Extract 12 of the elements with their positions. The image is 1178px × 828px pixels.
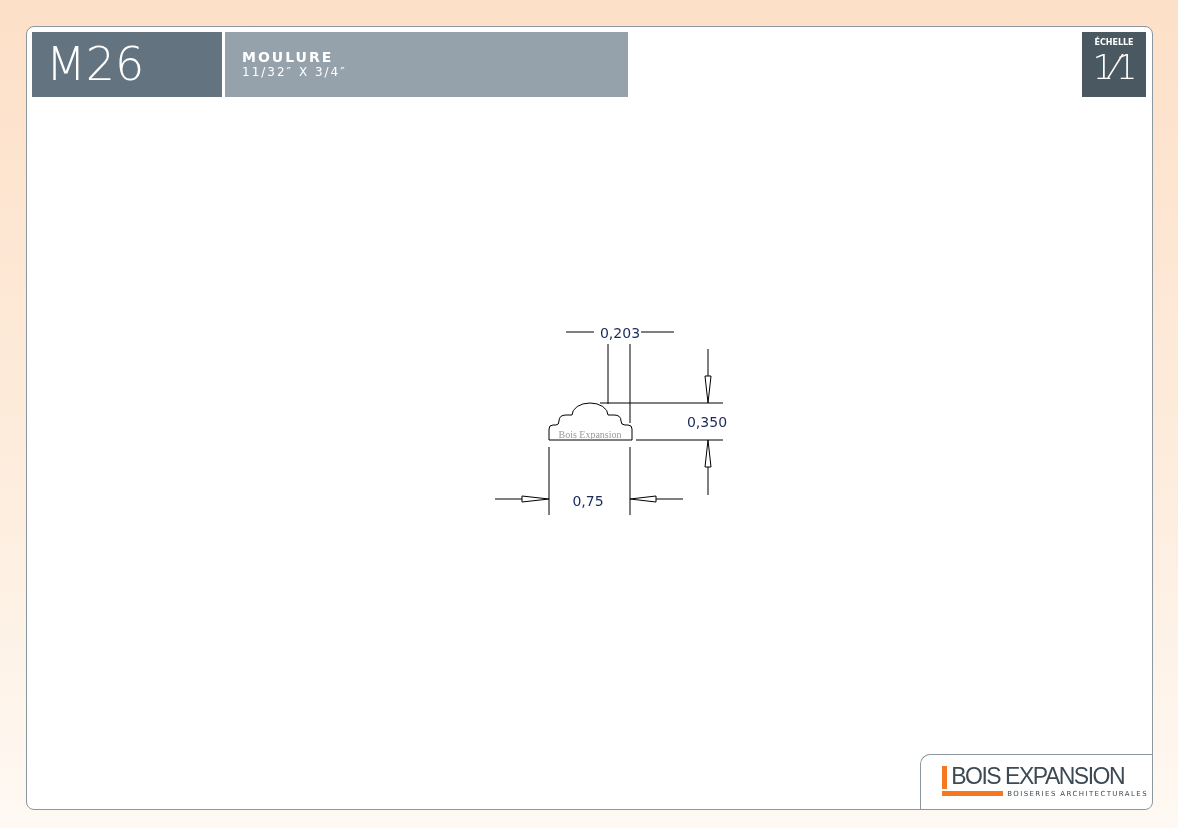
scale-label: ÉCHELLE <box>1094 38 1134 47</box>
logo-bar-icon <box>942 765 948 789</box>
product-title: MOULURE <box>242 49 335 65</box>
profile-label: Bois Expansion <box>558 429 622 440</box>
dimension-label: 0,75 <box>572 493 604 509</box>
scale-ratio: 1⁄1 <box>1092 47 1136 87</box>
logo-name: BOIS EXPANSION <box>950 762 1126 789</box>
product-size: 11/32″ X 3/4″ <box>242 65 348 79</box>
product-code: M26 <box>32 32 222 97</box>
dimension-label: 0,203 <box>599 325 641 341</box>
logo-underline-icon <box>942 790 1004 796</box>
dimension-label: 0,350 <box>686 414 728 430</box>
